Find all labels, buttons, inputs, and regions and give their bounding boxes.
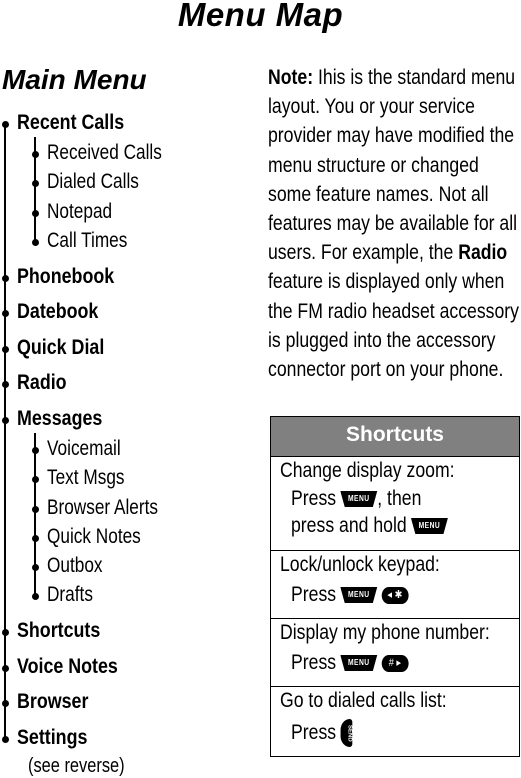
bullet-icon [1, 274, 9, 282]
bullet-icon [1, 700, 9, 708]
menu-item: Messages [17, 406, 103, 430]
shortcut-label: Go to dialed calls list: [280, 689, 447, 712]
submenu-item: Dialed Calls [47, 170, 139, 194]
page-title: Menu Map [177, 0, 344, 33]
press-text: Press [291, 651, 337, 674]
send-key-icon: SEND [340, 719, 353, 747]
shortcut-row-dialed-calls: Go to dialed calls list: Press SEND [271, 687, 519, 757]
press-text: Press [291, 583, 337, 606]
menu-item: Voice Notes [17, 654, 118, 678]
shortcut-row-zoom: Change display zoom: Press MENU , then p… [271, 457, 519, 551]
note-label: Note: [268, 66, 314, 89]
shortcuts-table: Shortcuts Change display zoom: Press MEN… [270, 416, 520, 757]
tree-branch-line [34, 432, 36, 598]
menu-item: Datebook [17, 300, 99, 324]
menu-item: Quick Dial [17, 335, 105, 359]
press-text: Press [291, 487, 337, 510]
menu-item: Settings [17, 725, 88, 749]
submenu-item: Drafts [47, 583, 93, 607]
section-title: Main Menu [2, 64, 147, 95]
menu-key-icon: MENU [340, 491, 378, 507]
submenu-item: Voicemail [47, 436, 121, 460]
bullet-icon [1, 735, 9, 743]
then-text: , then [377, 487, 422, 510]
menu-key-icon: MENU [340, 587, 378, 603]
submenu-item: Notepad [47, 199, 113, 223]
menu-item: Recent Calls [17, 111, 125, 134]
note-text-1: Ihis is the standard menu layout. You or… [268, 66, 518, 265]
note-paragraph: Note: Ihis is the standard menu layout. … [268, 63, 520, 384]
shortcut-row-phone-number: Display my phone number: Press MENU # ▸ [271, 619, 519, 687]
submenu-item: Quick Notes [47, 524, 141, 548]
menu-item: Browser [17, 690, 89, 714]
bullet-icon [1, 310, 9, 318]
menu-item: Shortcuts [17, 619, 101, 643]
shortcuts-header: Shortcuts [271, 417, 519, 457]
shortcut-label: Display my phone number: [280, 621, 490, 644]
submenu-item: Browser Alerts [47, 495, 159, 519]
pound-key-icon: # ▸ [381, 654, 409, 672]
tree-trunk-line [4, 124, 6, 740]
press-text: Press [291, 721, 337, 744]
menu-item-note: (see reverse) [28, 754, 125, 777]
submenu-item: Call Times [47, 228, 128, 252]
bullet-icon [1, 664, 9, 672]
menu-item: Phonebook [17, 264, 115, 288]
submenu-item: Outbox [47, 554, 103, 578]
bullet-icon [1, 121, 9, 128]
bullet-icon [1, 345, 9, 353]
shortcut-label: Lock/unlock keypad: [280, 553, 440, 576]
submenu-item: Text Msgs [47, 466, 125, 490]
press-hold-text: press and hold [291, 514, 407, 537]
star-key-icon: ◂ ✱ [381, 586, 409, 604]
bullet-icon [1, 416, 9, 424]
tree-branch-line [34, 137, 36, 243]
menu-key-icon: MENU [410, 518, 448, 534]
bullet-icon [1, 381, 9, 389]
shortcut-label: Change display zoom: [280, 459, 455, 482]
note-text-2: feature is displayed only when the FM ra… [268, 270, 520, 382]
menu-item: Radio [17, 371, 67, 395]
submenu-item: Received Calls [47, 141, 162, 164]
note-bold-radio: Radio [458, 241, 508, 265]
menu-key-icon: MENU [340, 655, 378, 671]
bullet-icon [1, 629, 9, 637]
shortcut-row-lock: Lock/unlock keypad: Press MENU ◂ ✱ [271, 551, 519, 619]
